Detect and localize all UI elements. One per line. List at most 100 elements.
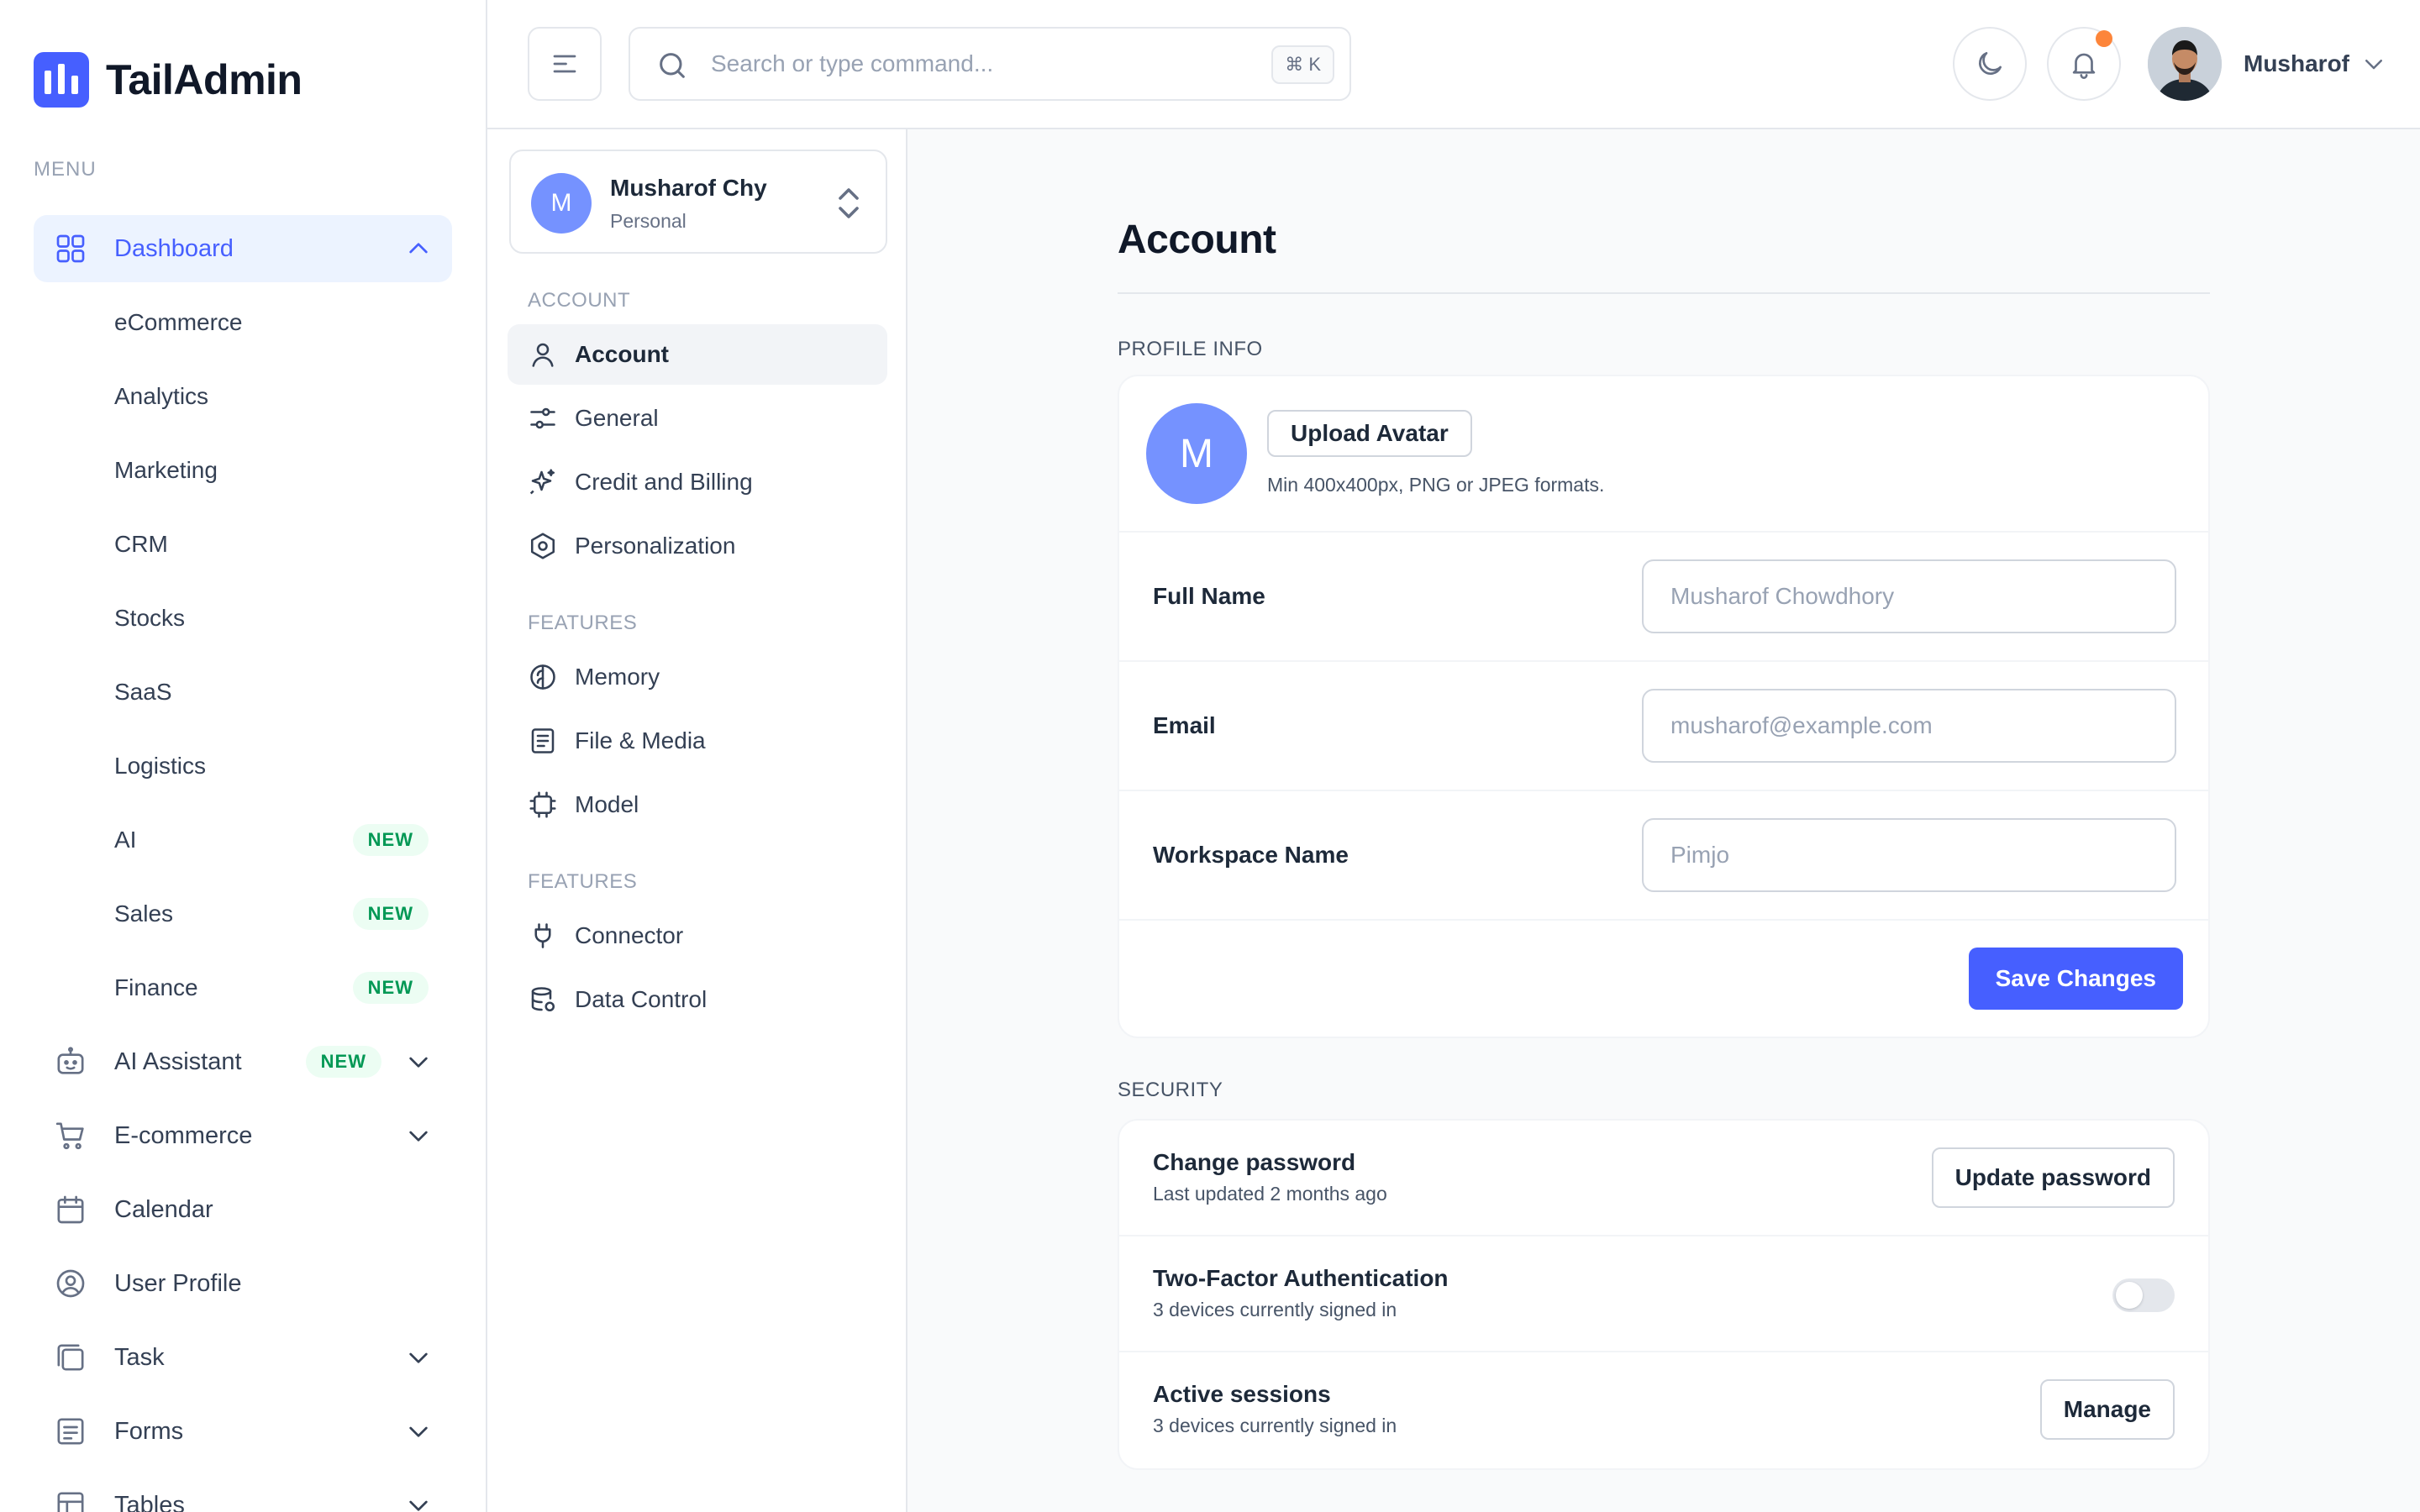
settings-item-label: Connector bbox=[575, 922, 684, 948]
nav-item-calendar[interactable]: Calendar bbox=[34, 1176, 452, 1243]
upload-avatar-button[interactable]: Upload Avatar bbox=[1267, 410, 1472, 457]
profile-section-label: PROFILE INFO bbox=[1118, 338, 1263, 360]
row-subtitle: 3 devices currently signed in bbox=[1153, 1415, 1397, 1436]
moon-icon bbox=[1974, 48, 2006, 80]
save-changes-button[interactable]: Save Changes bbox=[1968, 948, 2183, 1010]
full-name-row: Full Name bbox=[1119, 533, 2208, 662]
nav-label: Task bbox=[114, 1343, 165, 1371]
divider bbox=[1118, 292, 2210, 294]
settings-group-label: FEATURES bbox=[528, 612, 638, 634]
user-name: Musharof bbox=[2244, 50, 2349, 76]
sparkle-icon bbox=[528, 467, 558, 497]
user-menu-button[interactable]: Musharof bbox=[2148, 27, 2386, 101]
settings-group-label: FEATURES bbox=[528, 870, 638, 893]
brain-icon bbox=[528, 662, 558, 692]
notifications-button[interactable] bbox=[2047, 27, 2121, 101]
submenu-label: AI bbox=[114, 827, 137, 853]
submenu-label: Sales bbox=[114, 900, 174, 927]
workspace-name: Musharof Chy bbox=[610, 175, 767, 201]
brand-logo[interactable]: TailAdmin bbox=[34, 52, 302, 108]
nav-item-ecommerce[interactable]: E-commerce bbox=[34, 1102, 452, 1169]
submenu-item-ecommerce[interactable]: eCommerce bbox=[34, 289, 452, 356]
logo-icon bbox=[34, 52, 89, 108]
user-icon bbox=[528, 339, 558, 370]
forms-icon bbox=[54, 1415, 87, 1448]
submenu-label: Stocks bbox=[114, 605, 186, 631]
table-icon bbox=[54, 1488, 87, 1512]
nav-item-ai-assistant[interactable]: AI Assistant NEW bbox=[34, 1028, 452, 1095]
two-factor-toggle[interactable] bbox=[2112, 1278, 2175, 1312]
search-shortcut-hint: ⌘ K bbox=[1271, 45, 1334, 84]
nav-item-task[interactable]: Task bbox=[34, 1324, 452, 1391]
submenu-item-marketing[interactable]: Marketing bbox=[34, 437, 452, 504]
submenu-item-ai[interactable]: AI NEW bbox=[34, 806, 452, 874]
submenu-item-analytics[interactable]: Analytics bbox=[34, 363, 452, 430]
submenu-item-stocks[interactable]: Stocks bbox=[34, 585, 452, 652]
submenu-item-logistics[interactable]: Logistics bbox=[34, 732, 452, 800]
nav-label: Dashboard bbox=[114, 234, 234, 262]
nav-item-tables[interactable]: Tables bbox=[34, 1472, 452, 1512]
settings-item-credit-billing[interactable]: Credit and Billing bbox=[508, 452, 887, 512]
nav-item-dashboard[interactable]: Dashboard bbox=[34, 215, 452, 282]
search-icon bbox=[655, 49, 689, 82]
file-icon bbox=[528, 726, 558, 756]
manage-sessions-button[interactable]: Manage bbox=[2039, 1379, 2175, 1440]
submenu-item-finance[interactable]: Finance NEW bbox=[34, 954, 452, 1021]
avatar-row: M Upload Avatar Min 400x400px, PNG or JP… bbox=[1119, 376, 2208, 533]
workspace-switcher[interactable]: M Musharof Chy Personal bbox=[509, 150, 887, 254]
settings-item-label: Memory bbox=[575, 664, 660, 690]
search-input[interactable] bbox=[711, 37, 1215, 91]
submenu-item-saas[interactable]: SaaS bbox=[34, 659, 452, 726]
full-name-input[interactable] bbox=[1642, 559, 2176, 633]
settings-item-account[interactable]: Account bbox=[508, 324, 887, 385]
email-row: Email bbox=[1119, 662, 2208, 791]
page-title: Account bbox=[1118, 218, 1276, 262]
email-input[interactable] bbox=[1642, 689, 2176, 763]
change-password-row: Change password Last updated 2 months ag… bbox=[1119, 1121, 2208, 1236]
bell-icon bbox=[2068, 48, 2100, 80]
submenu-label: eCommerce bbox=[114, 309, 243, 335]
settings-item-file-media[interactable]: File & Media bbox=[508, 711, 887, 771]
settings-item-data-control[interactable]: Data Control bbox=[508, 969, 887, 1030]
settings-item-memory[interactable]: Memory bbox=[508, 647, 887, 707]
submenu-item-sales[interactable]: Sales NEW bbox=[34, 880, 452, 948]
nav-item-forms[interactable]: Forms bbox=[34, 1398, 452, 1465]
submenu-label: CRM bbox=[114, 531, 168, 557]
settings-group-label: ACCOUNT bbox=[528, 289, 631, 312]
profile-card: M Upload Avatar Min 400x400px, PNG or JP… bbox=[1118, 375, 2210, 1038]
submenu-label: Marketing bbox=[114, 457, 218, 483]
settings-item-label: Model bbox=[575, 791, 639, 817]
sidebar-toggle-button[interactable] bbox=[528, 27, 602, 101]
submenu-item-crm[interactable]: CRM bbox=[34, 511, 452, 578]
chevron-down-icon bbox=[405, 1492, 432, 1512]
dashboard-submenu: eCommerce Analytics Marketing CRM Stocks… bbox=[34, 289, 452, 1021]
settings-item-label: Account bbox=[575, 341, 669, 367]
nav-label: Calendar bbox=[114, 1195, 213, 1223]
user-circle-icon bbox=[54, 1267, 87, 1300]
settings-item-general[interactable]: General bbox=[508, 388, 887, 449]
toggle-knob bbox=[2116, 1282, 2143, 1309]
field-label: Full Name bbox=[1153, 583, 1265, 609]
update-password-button[interactable]: Update password bbox=[1931, 1147, 2175, 1208]
notification-dot bbox=[2096, 30, 2112, 47]
workspace-name-input[interactable] bbox=[1642, 818, 2176, 892]
nav-label: Tables bbox=[114, 1491, 185, 1512]
main-nav: Dashboard eCommerce Analytics Marketing … bbox=[34, 215, 452, 1512]
workspace-avatar: M bbox=[531, 173, 592, 234]
submenu-label: Finance bbox=[114, 974, 198, 1000]
settings-item-personalization[interactable]: Personalization bbox=[508, 516, 887, 576]
cart-icon bbox=[54, 1119, 87, 1152]
nav-item-user-profile[interactable]: User Profile bbox=[34, 1250, 452, 1317]
profile-avatar: M bbox=[1146, 403, 1247, 504]
workspace-type: Personal bbox=[610, 210, 687, 232]
row-title: Active sessions bbox=[1153, 1381, 1331, 1407]
settings-item-connector[interactable]: Connector bbox=[508, 906, 887, 966]
save-row: Save Changes bbox=[1119, 921, 2208, 1037]
dark-mode-toggle-button[interactable] bbox=[1953, 27, 2027, 101]
main-sidebar: TailAdmin MENU Dashboard eCommerce Analy… bbox=[0, 0, 487, 1512]
new-badge: NEW bbox=[352, 972, 429, 1004]
database-icon bbox=[528, 984, 558, 1015]
submenu-label: Analytics bbox=[114, 383, 209, 409]
settings-item-model[interactable]: Model bbox=[508, 774, 887, 835]
menu-icon bbox=[550, 49, 580, 79]
